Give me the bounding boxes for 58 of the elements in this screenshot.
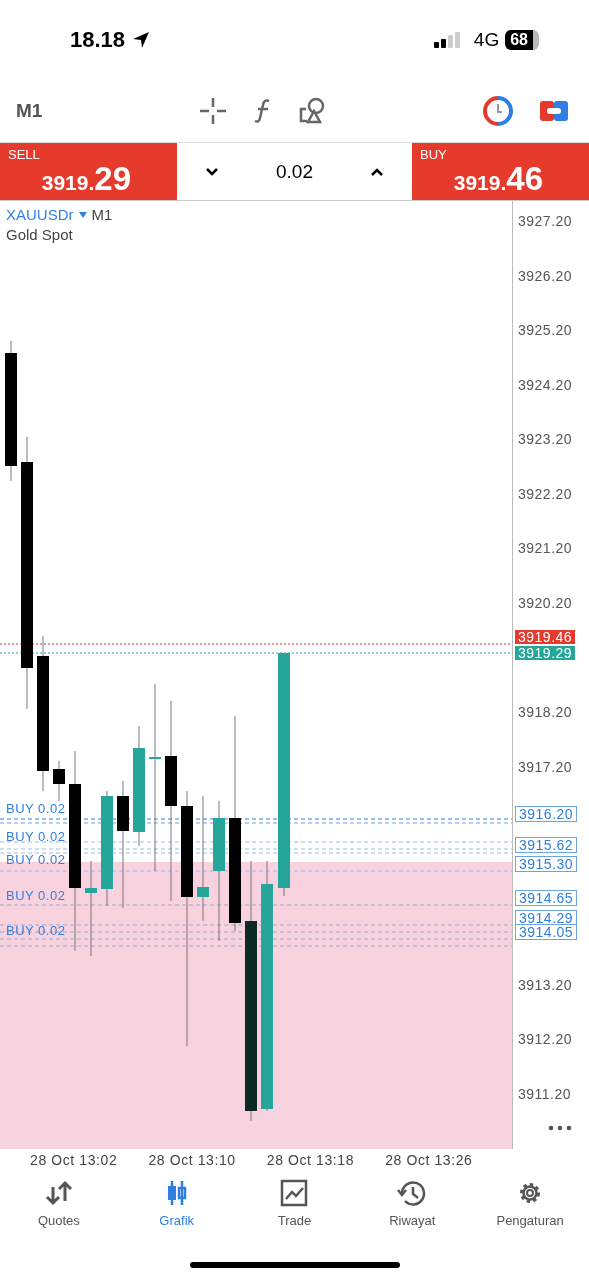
price-label: 3920.20	[518, 595, 573, 611]
sell-button[interactable]: SELL 3919.29	[0, 143, 177, 200]
price-tag: 3916.20	[515, 806, 578, 822]
price-label: 3925.20	[518, 322, 573, 338]
buy-button[interactable]: BUY 3919.46	[412, 143, 589, 200]
price-label: 3913.20	[518, 977, 573, 993]
location-arrow-icon	[131, 30, 152, 50]
time-label: 28 Oct 13:02	[30, 1152, 118, 1168]
symbol-selector[interactable]: XAUUSDr	[6, 206, 74, 223]
up-down-arrows-icon	[43, 1179, 74, 1207]
signal-icon	[433, 32, 462, 48]
price-tag: 3915.62	[515, 837, 578, 853]
more-icon[interactable]	[548, 1125, 572, 1131]
nav-tab[interactable]: Riwayat	[353, 1171, 472, 1246]
clock-circle-icon[interactable]	[483, 96, 513, 126]
order-label: BUY 0.02	[6, 801, 66, 817]
time-label: 28 Oct 13:10	[148, 1152, 236, 1168]
price-label: 3922.20	[518, 486, 573, 502]
price-label: 3921.20	[518, 540, 573, 556]
trade-panel-icon[interactable]	[539, 99, 569, 123]
order-label: BUY 0.02	[6, 888, 66, 904]
nav-tab[interactable]: Quotes	[0, 1171, 118, 1246]
price-tag: 3914.05	[515, 924, 578, 940]
price-label: 3924.20	[518, 377, 573, 393]
price-label: 3918.20	[518, 704, 573, 720]
decrease-icon[interactable]	[205, 166, 219, 177]
volume-field[interactable]: 0.02	[276, 160, 313, 183]
chart-timeframe: M1	[91, 206, 113, 223]
symbol-description: Gold Spot	[6, 226, 73, 243]
price-label: 3923.20	[518, 431, 573, 447]
time-label: 28 Oct 13:18	[266, 1152, 355, 1168]
crosshair-icon[interactable]	[198, 97, 227, 125]
shapes-icon[interactable]	[298, 97, 327, 125]
network-label: 4G	[473, 29, 500, 51]
increase-icon[interactable]	[370, 166, 384, 177]
time-label: 28 Oct 13:26	[385, 1152, 473, 1168]
clock-time: 18.18	[70, 27, 126, 53]
price-tag: 3919.29	[515, 646, 576, 660]
price-label: 3927.20	[518, 213, 573, 229]
dropdown-icon[interactable]	[78, 211, 87, 218]
price-tag: 3919.46	[515, 630, 576, 644]
order-label: BUY 0.02	[6, 852, 66, 868]
history-icon	[397, 1179, 428, 1207]
line-chart-icon	[279, 1179, 310, 1207]
candle	[53, 760, 65, 802]
price-label: 3926.20	[518, 268, 573, 284]
price-label: 3912.20	[518, 1031, 573, 1047]
price-label: 3911.20	[518, 1086, 572, 1102]
battery-level: 68	[505, 30, 539, 50]
price-tag: 3914.65	[515, 890, 578, 906]
nav-tab[interactable]: Pengaturan	[471, 1171, 589, 1246]
nav-tab[interactable]: Grafik	[117, 1171, 236, 1246]
price-label: 3917.20	[518, 759, 573, 775]
order-label: BUY 0.02	[6, 923, 66, 939]
order-label: BUY 0.02	[6, 829, 66, 845]
nav-tab[interactable]: Trade	[235, 1171, 354, 1246]
price-tag: 3915.30	[515, 856, 578, 872]
timeframe-button[interactable]: M1	[16, 100, 43, 122]
